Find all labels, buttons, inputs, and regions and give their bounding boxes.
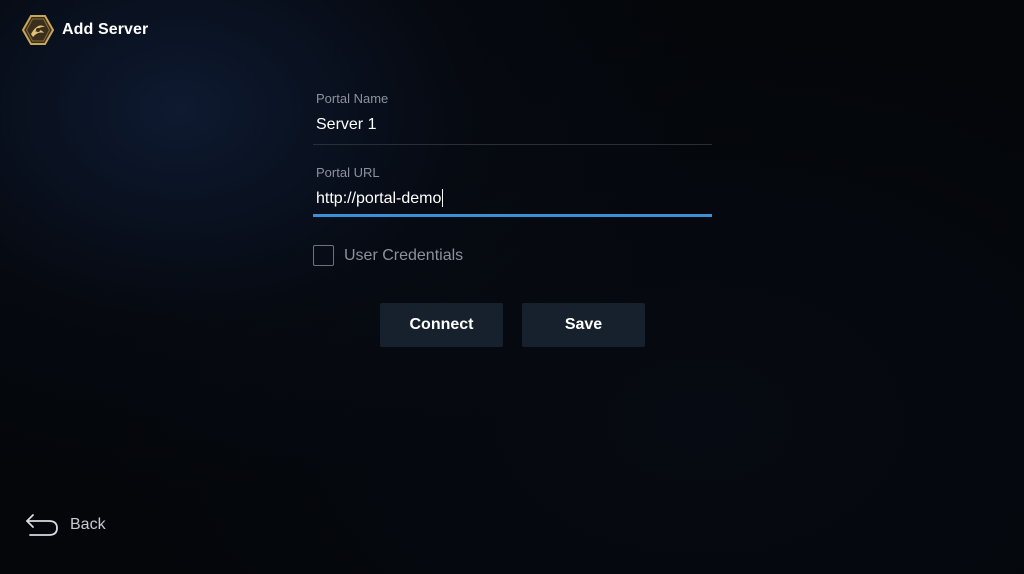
portal-url-input[interactable]: http://portal-demo <box>316 190 441 207</box>
portal-name-field[interactable]: Portal Name Server 1 <box>313 91 712 135</box>
page-title: Add Server <box>62 21 149 38</box>
portal-url-field[interactable]: Portal URL http://portal-demo <box>313 165 712 209</box>
header: Add Server <box>22 14 148 46</box>
portal-name-input[interactable]: Server 1 <box>316 115 712 135</box>
back-arrow-icon <box>26 514 58 536</box>
portal-url-label: Portal URL <box>316 165 380 180</box>
user-credentials-row[interactable]: User Credentials <box>313 245 463 266</box>
text-caret <box>442 188 444 207</box>
add-server-screen: Add Server Portal Name Server 1 Portal U… <box>0 0 1024 574</box>
hexagon-logo-icon <box>22 15 54 45</box>
user-credentials-checkbox[interactable] <box>313 245 334 266</box>
portal-url-input-wrap[interactable]: http://portal-demo <box>316 188 712 209</box>
connect-button[interactable]: Connect <box>380 303 503 347</box>
save-button[interactable]: Save <box>522 303 645 347</box>
portal-name-label: Portal Name <box>316 91 389 106</box>
user-credentials-label: User Credentials <box>344 246 464 264</box>
back-label: Back <box>70 516 106 533</box>
portal-url-underline-focused <box>313 214 712 217</box>
portal-name-underline <box>313 144 712 145</box>
back-button[interactable]: Back <box>24 512 106 538</box>
